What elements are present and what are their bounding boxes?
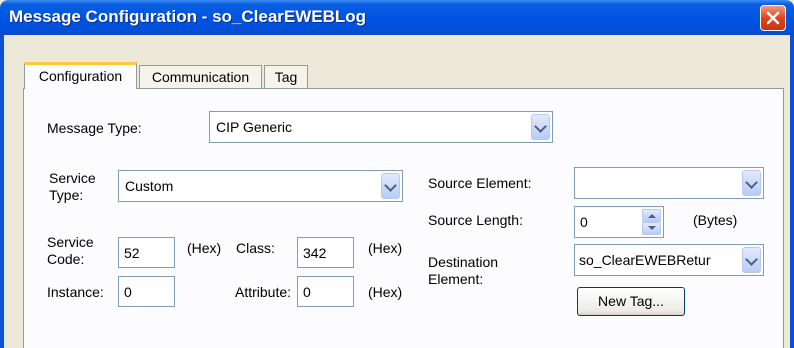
title-bar[interactable]: Message Configuration - so_ClearEWEBLog — [0, 0, 794, 35]
attribute-label: Attribute: — [235, 284, 292, 300]
window-frame-right — [790, 35, 794, 348]
class-unit: (Hex) — [368, 240, 403, 256]
service-type-label-1: Service — [49, 170, 96, 186]
spinner-icon[interactable] — [642, 209, 661, 235]
tab-communication[interactable]: Communication — [139, 65, 262, 88]
service-code-unit: (Hex) — [187, 240, 222, 256]
destination-element-select[interactable]: so_ClearEWEBRetur — [574, 244, 764, 276]
class-label: Class: — [236, 240, 275, 256]
source-length-value: 0 — [580, 214, 588, 230]
source-length-label: Source Length: — [428, 212, 523, 228]
spin-up-icon[interactable] — [642, 209, 661, 222]
chevron-down-icon[interactable] — [531, 114, 550, 140]
destination-element-label-2: Element: — [428, 271, 484, 287]
service-code-label-2: Code: — [47, 251, 85, 267]
new-tag-button[interactable]: New Tag... — [577, 287, 685, 316]
chevron-down-icon[interactable] — [381, 173, 400, 199]
service-type-label-2: Type: — [49, 187, 84, 203]
service-type-value: Custom — [125, 178, 174, 194]
tab-communication-label: Communication — [151, 69, 250, 85]
tab-tag-label: Tag — [274, 69, 298, 85]
tab-configuration-label: Configuration — [38, 68, 123, 84]
tab-configuration[interactable]: Configuration — [24, 62, 137, 89]
class-input[interactable]: 342 — [297, 237, 354, 268]
service-code-label-1: Service — [47, 234, 94, 250]
tab-tag[interactable]: Tag — [264, 65, 308, 88]
source-length-stepper[interactable]: 0 — [574, 206, 664, 238]
instance-input[interactable]: 0 — [118, 276, 175, 307]
message-type-label: Message Type: — [47, 120, 142, 136]
instance-label: Instance: — [47, 284, 104, 300]
chevron-down-icon[interactable] — [742, 247, 761, 273]
close-button[interactable] — [760, 5, 786, 31]
message-type-value: CIP Generic — [216, 119, 292, 135]
service-type-select[interactable]: Custom — [118, 170, 403, 202]
destination-element-value: so_ClearEWEBRetur — [579, 252, 711, 268]
attribute-unit: (Hex) — [368, 284, 403, 300]
message-type-select[interactable]: CIP Generic — [209, 111, 553, 143]
source-element-select[interactable] — [574, 167, 764, 199]
chevron-down-icon[interactable] — [742, 170, 761, 196]
window-title: Message Configuration - so_ClearEWEBLog — [9, 7, 367, 26]
close-icon — [766, 11, 780, 25]
window-frame-left — [0, 35, 4, 348]
source-element-label: Source Element: — [428, 175, 532, 191]
spin-down-icon[interactable] — [642, 222, 661, 235]
attribute-input[interactable]: 0 — [297, 276, 354, 307]
service-code-input[interactable]: 52 — [118, 237, 175, 268]
destination-element-label-1: Destination — [428, 254, 499, 270]
source-length-unit: (Bytes) — [693, 212, 738, 228]
